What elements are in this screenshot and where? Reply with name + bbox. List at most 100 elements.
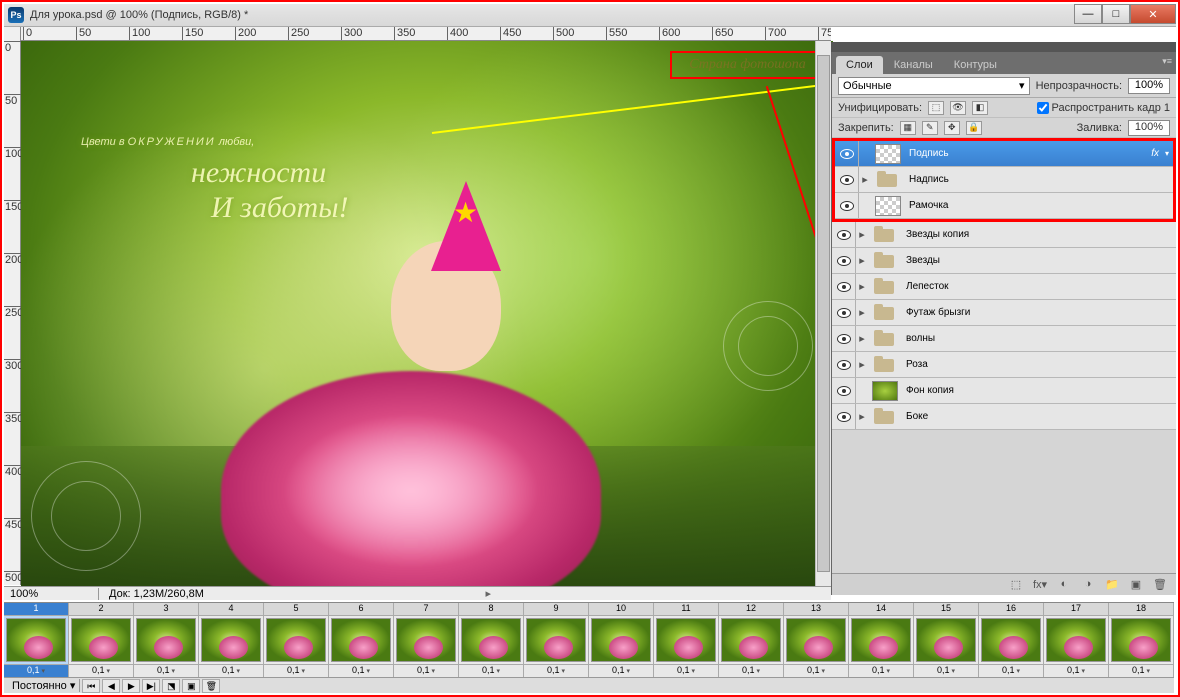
adjustment-layer-icon[interactable]: ◑ xyxy=(1080,578,1096,592)
frame-delay-select[interactable]: 0,1 xyxy=(4,664,68,677)
frame-delay-select[interactable]: 0,1 xyxy=(654,664,718,677)
layer-row[interactable]: Фон копия xyxy=(832,378,1176,404)
frame-delay-select[interactable]: 0,1 xyxy=(849,664,913,677)
fill-input[interactable]: 100% xyxy=(1128,120,1170,136)
layer-row[interactable]: ▸ Футаж брызги xyxy=(832,300,1176,326)
expand-arrow-icon[interactable]: ▸ xyxy=(856,306,868,319)
visibility-toggle[interactable] xyxy=(835,167,859,192)
layer-name-label[interactable]: Звезды копия xyxy=(902,229,1176,240)
blend-mode-select[interactable]: Обычные▾ xyxy=(838,77,1030,95)
tab-layers[interactable]: Слои xyxy=(836,56,883,74)
layer-effects-icon[interactable]: fx▾ xyxy=(1032,578,1048,592)
lock-transparency-icon[interactable]: ▦ xyxy=(900,121,916,135)
layer-name-label[interactable]: Звезды xyxy=(902,255,1176,266)
layer-row[interactable]: ▸ Лепесток xyxy=(832,274,1176,300)
unify-position-icon[interactable]: ⬚ xyxy=(928,101,944,115)
layer-name-label[interactable]: Подпись xyxy=(905,148,1151,159)
expand-arrow-icon[interactable]: ▸ xyxy=(856,410,868,423)
group-layers-icon[interactable]: 📁 xyxy=(1104,578,1120,592)
next-frame-button[interactable]: ▶| xyxy=(142,679,160,693)
animation-frame[interactable]: 140,1 xyxy=(849,603,914,677)
new-layer-icon[interactable]: ▣ xyxy=(1128,578,1144,592)
lock-position-icon[interactable]: ✥ xyxy=(944,121,960,135)
animation-frame[interactable]: 100,1 xyxy=(589,603,654,677)
expand-arrow-icon[interactable]: ▸ xyxy=(856,332,868,345)
layer-row[interactable]: ▸ Роза xyxy=(832,352,1176,378)
first-frame-button[interactable]: ⏮ xyxy=(82,679,100,693)
canvas-vertical-scrollbar[interactable] xyxy=(815,41,831,586)
duplicate-frame-button[interactable]: ▣ xyxy=(182,679,200,693)
layer-name-label[interactable]: Рамочка xyxy=(905,200,1173,211)
frame-delay-select[interactable]: 0,1 xyxy=(979,664,1043,677)
propagate-frame-checkbox[interactable]: Распространить кадр 1 xyxy=(1037,102,1170,114)
zoom-level[interactable]: 100% xyxy=(4,588,99,600)
frame-delay-select[interactable]: 0,1 xyxy=(1109,664,1173,677)
panel-menu-icon[interactable]: ▾≡ xyxy=(1162,56,1172,67)
frame-delay-select[interactable]: 0,1 xyxy=(134,664,198,677)
layer-name-label[interactable]: Футаж брызги xyxy=(902,307,1176,318)
frame-delay-select[interactable]: 0,1 xyxy=(589,664,653,677)
visibility-toggle[interactable] xyxy=(832,300,856,325)
animation-frame[interactable]: 160,1 xyxy=(979,603,1044,677)
delete-layer-icon[interactable]: 🗑 xyxy=(1152,578,1168,592)
document-canvas[interactable]: ★ Цвети в ОКРУЖЕНИИ любви, нежности И за… xyxy=(21,41,833,586)
chevron-down-icon[interactable]: ▾ xyxy=(1165,149,1169,158)
animation-frame[interactable]: 150,1 xyxy=(914,603,979,677)
panel-grip[interactable] xyxy=(831,42,1176,52)
lock-pixels-icon[interactable]: ✎ xyxy=(922,121,938,135)
expand-arrow-icon[interactable]: ▸ xyxy=(859,173,871,186)
frame-delay-select[interactable]: 0,1 xyxy=(69,664,133,677)
animation-frame[interactable]: 50,1 xyxy=(264,603,329,677)
frame-delay-select[interactable]: 0,1 xyxy=(524,664,588,677)
frame-delay-select[interactable]: 0,1 xyxy=(719,664,783,677)
layer-name-label[interactable]: Фон копия xyxy=(902,385,1176,396)
lock-all-icon[interactable]: 🔒 xyxy=(966,121,982,135)
play-button[interactable]: ▶ xyxy=(122,679,140,693)
checkbox-input[interactable] xyxy=(1037,102,1049,114)
expand-arrow-icon[interactable]: ▸ xyxy=(856,228,868,241)
layer-name-label[interactable]: Надпись xyxy=(905,174,1173,185)
animation-frame[interactable]: 180,1 xyxy=(1109,603,1174,677)
tween-button[interactable]: ⬔ xyxy=(162,679,180,693)
visibility-toggle[interactable] xyxy=(835,193,859,218)
animation-frame[interactable]: 20,1 xyxy=(69,603,134,677)
unify-style-icon[interactable]: ◧ xyxy=(972,101,988,115)
info-dropdown-icon[interactable]: ▸ xyxy=(485,587,491,600)
frame-delay-select[interactable]: 0,1 xyxy=(264,664,328,677)
layer-row[interactable]: ▸Звезды xyxy=(832,248,1176,274)
layer-name-label[interactable]: Боке xyxy=(902,411,1176,422)
animation-frame[interactable]: 80,1 xyxy=(459,603,524,677)
expand-arrow-icon[interactable]: ▸ xyxy=(856,358,868,371)
minimize-button[interactable]: — xyxy=(1074,4,1102,24)
maximize-button[interactable]: □ xyxy=(1102,4,1130,24)
visibility-toggle[interactable] xyxy=(832,352,856,377)
visibility-toggle[interactable] xyxy=(835,141,859,166)
layer-name-label[interactable]: волны xyxy=(902,333,1176,344)
layer-row[interactable]: ▸ Звезды копия xyxy=(832,222,1176,248)
frame-delay-select[interactable]: 0,1 xyxy=(394,664,458,677)
animation-frame[interactable]: 40,1 xyxy=(199,603,264,677)
frame-delay-select[interactable]: 0,1 xyxy=(199,664,263,677)
visibility-toggle[interactable] xyxy=(832,248,856,273)
prev-frame-button[interactable]: ◀ xyxy=(102,679,120,693)
close-button[interactable]: ✕ xyxy=(1130,4,1176,24)
animation-frame[interactable]: 70,1 xyxy=(394,603,459,677)
unify-visibility-icon[interactable]: 👁 xyxy=(950,101,966,115)
expand-arrow-icon[interactable]: ▸ xyxy=(856,280,868,293)
layer-row[interactable]: Рамочка xyxy=(835,193,1173,219)
layer-name-label[interactable]: Лепесток xyxy=(902,281,1176,292)
visibility-toggle[interactable] xyxy=(832,222,856,247)
tab-paths[interactable]: Контуры xyxy=(944,56,1007,74)
layer-mask-icon[interactable]: ◐ xyxy=(1056,578,1072,592)
animation-frame[interactable]: 170,1 xyxy=(1044,603,1109,677)
frame-delay-select[interactable]: 0,1 xyxy=(914,664,978,677)
layer-row[interactable]: ▸ Боке xyxy=(832,404,1176,430)
delete-frame-button[interactable]: 🗑 xyxy=(202,679,220,693)
layer-name-label[interactable]: Роза xyxy=(902,359,1176,370)
visibility-toggle[interactable] xyxy=(832,378,856,403)
layer-row[interactable]: Подписьfx▾ xyxy=(835,141,1173,167)
layer-row[interactable]: ▸ волны xyxy=(832,326,1176,352)
visibility-toggle[interactable] xyxy=(832,326,856,351)
animation-frame[interactable]: 30,1 xyxy=(134,603,199,677)
frame-delay-select[interactable]: 0,1 xyxy=(459,664,523,677)
